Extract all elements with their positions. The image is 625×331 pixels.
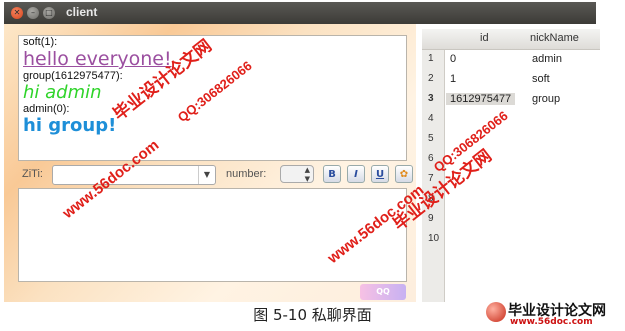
underline-button[interactable]: U — [371, 165, 389, 183]
palette-icon: ✿ — [399, 169, 409, 180]
bold-button[interactable]: B — [323, 165, 341, 183]
row-number: 10 — [428, 233, 440, 244]
table-row[interactable]: 9 — [422, 210, 600, 230]
maximize-icon: □ — [45, 8, 53, 17]
table-row[interactable]: 5 — [422, 130, 600, 150]
italic-button[interactable]: I — [347, 165, 365, 183]
cell-nickname[interactable]: admin — [532, 53, 562, 65]
logo-ball-icon — [486, 302, 506, 322]
row-number: 5 — [428, 133, 434, 144]
brand-logo: 毕业设计论文网 www.56doc.com — [486, 300, 620, 328]
row-number: 1 — [428, 53, 434, 64]
font-label: ZiTi: — [22, 168, 43, 180]
row-number: 3 — [428, 93, 434, 104]
client-window: ✕ – □ client soft(1): hello everyone! gr… — [4, 2, 600, 302]
table-row[interactable]: 2 1 soft — [422, 70, 600, 90]
brand-url: www.56doc.com — [510, 317, 593, 327]
table-row[interactable]: 3 1612975477 group — [422, 90, 600, 110]
color-button[interactable]: ✿ — [395, 165, 413, 183]
close-button[interactable]: ✕ — [11, 7, 23, 19]
maximize-button[interactable]: □ — [43, 7, 55, 19]
row-number: 4 — [428, 113, 434, 124]
cell-nickname[interactable]: group — [532, 93, 560, 105]
cell-id[interactable]: 1612975477 — [446, 93, 516, 105]
minimize-icon: – — [31, 8, 35, 17]
app-logo: QQ — [360, 284, 406, 300]
message-sender: group(1612975477): — [23, 70, 123, 82]
table-row[interactable]: 10 — [422, 230, 600, 250]
cell-nickname[interactable]: soft — [532, 73, 550, 85]
format-toolbar: ZiTi: ▼ number: ▲ ▼ B I U ✿ — [18, 164, 413, 186]
table-row[interactable]: 1 0 admin — [422, 50, 600, 70]
table-row[interactable]: 4 — [422, 110, 600, 130]
table-header: id nickName — [422, 29, 600, 50]
chat-pane: soft(1): hello everyone! group(161297547… — [4, 24, 416, 302]
spin-arrows-icon[interactable]: ▲ ▼ — [305, 166, 310, 183]
cell-id[interactable]: 0 — [450, 53, 456, 65]
minimize-button[interactable]: – — [27, 7, 39, 19]
column-header-id[interactable]: id — [480, 32, 489, 44]
size-spinbox[interactable]: ▲ ▼ — [280, 165, 314, 183]
message-sender: admin(0): — [23, 103, 70, 115]
row-number: 9 — [428, 213, 434, 224]
column-header-nickname[interactable]: nickName — [530, 32, 579, 44]
chevron-down-icon[interactable]: ▼ — [198, 166, 215, 184]
message-sender: soft(1): — [23, 36, 58, 48]
cell-id[interactable]: 1 — [450, 73, 456, 85]
close-icon: ✕ — [13, 8, 21, 17]
row-number: 2 — [428, 73, 434, 84]
window-title: client — [66, 5, 98, 19]
message-text: hi group! — [23, 115, 117, 136]
size-label: number: — [226, 168, 267, 180]
title-bar: ✕ – □ client — [4, 2, 596, 24]
